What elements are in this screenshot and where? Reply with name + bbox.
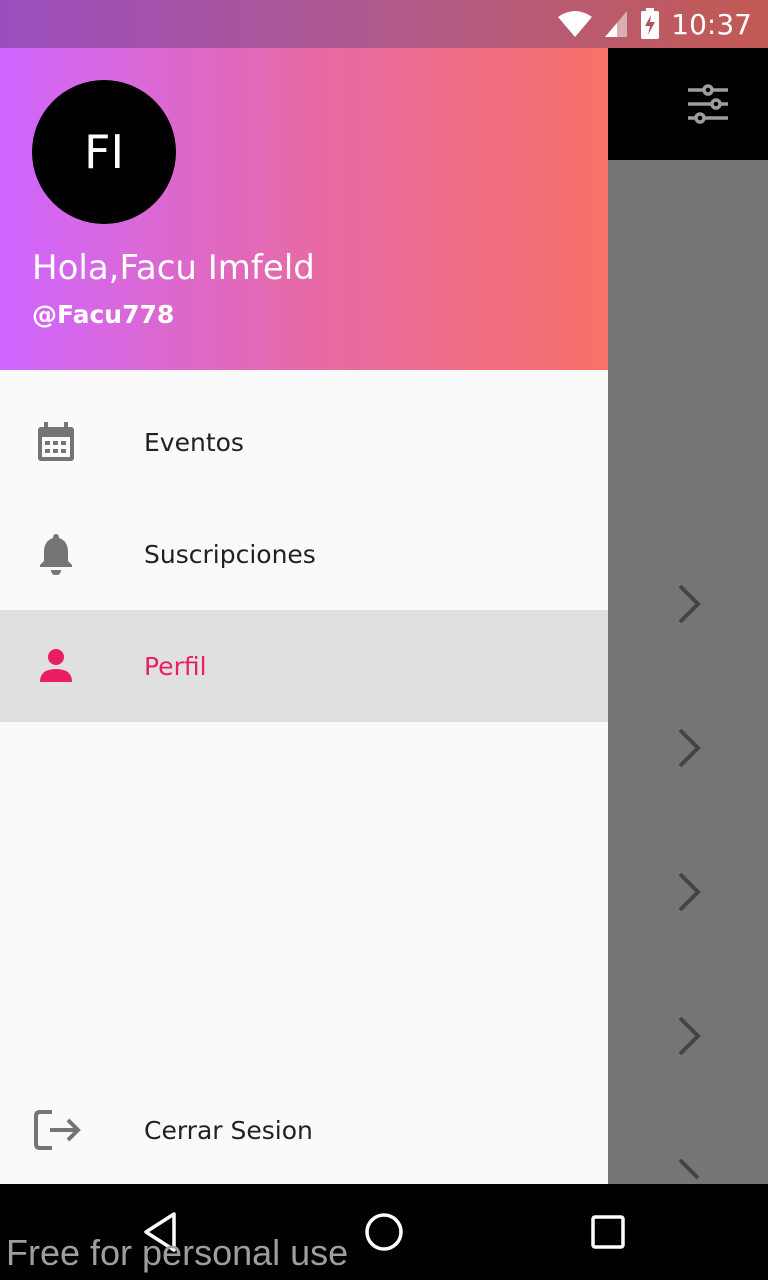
navigation-drawer: FI Hola,Facu Imfeld @Facu778 Eventos Sus… <box>0 48 608 1184</box>
avatar[interactable]: FI <box>32 80 176 224</box>
wifi-icon <box>558 11 593 37</box>
home-icon[interactable] <box>360 1208 408 1256</box>
menu-label-suscripciones: Suscripciones <box>144 539 316 569</box>
logout-icon <box>34 1110 81 1150</box>
bell-icon <box>40 534 72 575</box>
status-time: 10:37 <box>671 7 752 41</box>
signal-icon <box>605 11 628 37</box>
battery-charging-icon <box>641 8 660 39</box>
status-bar: 10:37 <box>0 0 768 48</box>
person-icon <box>40 649 72 682</box>
menu-label-eventos: Eventos <box>144 427 244 457</box>
menu-item-suscripciones[interactable]: Suscripciones <box>0 498 608 610</box>
greeting-text: Hola,Facu Imfeld <box>32 248 315 288</box>
menu-label-perfil: Perfil <box>144 651 207 681</box>
status-icons: 10:37 <box>557 0 752 48</box>
calendar-icon <box>38 422 74 461</box>
menu-item-eventos[interactable]: Eventos <box>0 386 608 498</box>
chevron-right-icon[interactable] <box>672 724 704 772</box>
drawer-header: FI Hola,Facu Imfeld @Facu778 <box>0 48 608 370</box>
watermark-text: Free for personal use <box>6 1232 349 1273</box>
username-text: @Facu778 <box>32 300 175 329</box>
chevron-right-icon[interactable] <box>672 580 704 628</box>
menu-label-cerrar-sesion: Cerrar Sesion <box>144 1115 313 1145</box>
menu-item-perfil[interactable]: Perfil <box>0 610 608 722</box>
recents-icon[interactable] <box>584 1208 632 1256</box>
chevron-right-icon[interactable] <box>672 1012 704 1060</box>
chevron-right-icon[interactable] <box>672 868 704 916</box>
chevron-right-icon[interactable] <box>672 1156 704 1184</box>
menu-item-cerrar-sesion[interactable]: Cerrar Sesion <box>0 1074 608 1186</box>
filter-sliders-icon[interactable] <box>686 84 730 124</box>
